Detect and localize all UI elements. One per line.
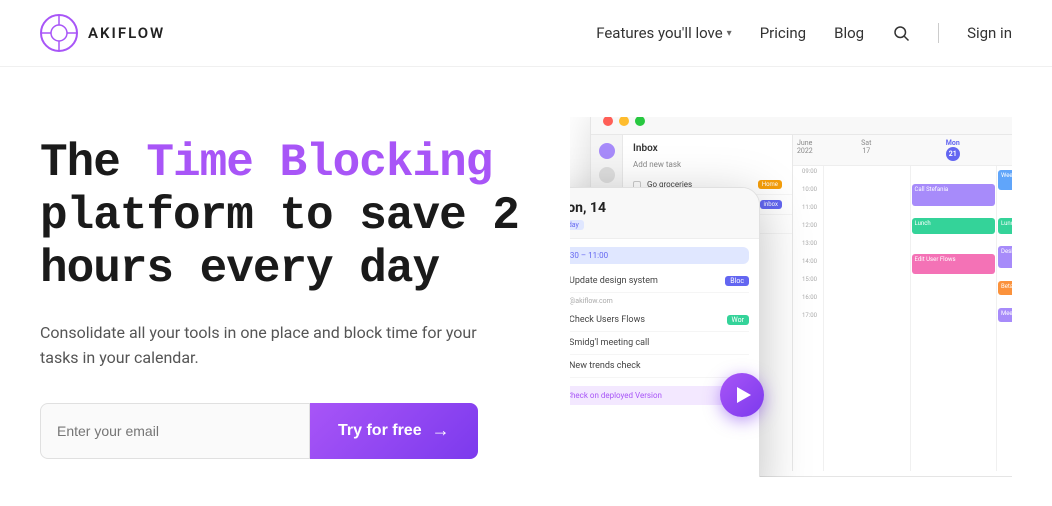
event-edit-user-flows: Edit User Flows bbox=[912, 254, 996, 274]
mobile-task-assignee: @akiflow.com bbox=[570, 297, 749, 305]
mobile-header: Mon, 14 Today bbox=[570, 188, 759, 239]
arrow-icon: → bbox=[432, 420, 450, 441]
sidebar-icon-1 bbox=[599, 143, 615, 159]
mobile-task-3: Smidg'l meeting call bbox=[570, 332, 749, 355]
event-beta: Beta bbox=[998, 281, 1012, 295]
email-input[interactable] bbox=[40, 403, 310, 459]
logo-icon bbox=[40, 14, 78, 52]
calendar-grid: 09:00 10:00 11:00 12:00 13:00 14:00 15:0… bbox=[793, 166, 1012, 471]
play-icon bbox=[737, 387, 751, 403]
task-tag-2: inbox bbox=[760, 200, 782, 209]
event-lunch-1: Lunch bbox=[912, 218, 996, 234]
event-lunch-2: Lunch bbox=[998, 218, 1012, 234]
calendar-month-label: June 2022 bbox=[793, 135, 823, 165]
sidebar-icon-2 bbox=[599, 167, 615, 183]
task-tag-1: Home bbox=[758, 180, 782, 189]
event-meetup: Meetup bbox=[998, 308, 1012, 322]
mobile-task-1: Update design system Bloc bbox=[570, 270, 749, 293]
mobile-task-4: New trends check bbox=[570, 355, 749, 378]
mobile-task-tag-2: Wor bbox=[727, 315, 749, 325]
day-col-sat bbox=[823, 166, 910, 471]
hero-title-part3: hours every day bbox=[40, 243, 439, 295]
mobile-task-label-1: Update design system bbox=[570, 276, 658, 286]
cal-header-tue: Tue1 bbox=[996, 135, 1012, 165]
window-maximize-dot bbox=[635, 117, 645, 126]
search-icon[interactable] bbox=[892, 24, 910, 42]
mobile-task-label-3: Smidg'l meeting call bbox=[570, 338, 649, 348]
mobile-task-label-2: Check Users Flows bbox=[570, 315, 645, 325]
event-design-meeting-1: Design meeting bbox=[998, 246, 1012, 268]
try-btn-label: Try for free bbox=[338, 422, 422, 440]
nav-divider bbox=[938, 23, 939, 43]
time-column: 09:00 10:00 11:00 12:00 13:00 14:00 15:0… bbox=[793, 166, 823, 471]
mobile-day-badge-today: Today bbox=[570, 220, 584, 230]
app-calendar: June 2022 Sat17 Mon21 Tue1 Wed2 09:00 10… bbox=[793, 135, 1012, 471]
hero-subtitle: Consolidate all your tools in one place … bbox=[40, 320, 510, 371]
hero-title: The Time Blocking platform to save 2 hou… bbox=[40, 137, 530, 296]
cta-area: Try for free → bbox=[40, 403, 530, 459]
hero-content: The Time Blocking platform to save 2 hou… bbox=[40, 117, 530, 459]
calendar-header: June 2022 Sat17 Mon21 Tue1 Wed2 bbox=[793, 135, 1012, 166]
logo-text: AKIFLOW bbox=[88, 24, 165, 42]
mobile-time-block-placeholder: 10:30 – 11:00 bbox=[570, 247, 749, 264]
main-nav: Features you'll love ▾ Pricing Blog Sign… bbox=[596, 23, 1012, 43]
event-call-stefania: Call Stefania bbox=[912, 184, 996, 206]
mobile-task-2: Check Users Flows Wor bbox=[570, 309, 749, 332]
inbox-add-task: Add new task bbox=[623, 158, 792, 175]
nav-blog[interactable]: Blog bbox=[834, 24, 864, 42]
mobile-date: Mon, 14 bbox=[570, 200, 745, 216]
day-col-mon: Call Stefania Lunch Edit User Flows bbox=[910, 166, 997, 471]
day-col-tue: Weekly review Lunch Design meeting Beta … bbox=[996, 166, 1012, 471]
window-close-dot bbox=[603, 117, 613, 126]
event-weekly-review: Weekly review bbox=[998, 170, 1012, 190]
cal-header-mon: Mon21 bbox=[910, 135, 997, 165]
logo[interactable]: AKIFLOW bbox=[40, 14, 165, 52]
window-minimize-dot bbox=[619, 117, 629, 126]
mobile-task-label-4: New trends check bbox=[570, 361, 641, 371]
nav-signin[interactable]: Sign in bbox=[967, 24, 1012, 42]
app-window-header bbox=[591, 117, 1012, 135]
hero-section: The Time Blocking platform to save 2 hou… bbox=[0, 67, 1052, 477]
play-button[interactable] bbox=[720, 373, 764, 417]
chevron-down-icon: ▾ bbox=[727, 28, 732, 39]
try-for-free-button[interactable]: Try for free → bbox=[310, 403, 478, 459]
nav-features[interactable]: Features you'll love ▾ bbox=[596, 24, 731, 42]
cal-header-sat: Sat17 bbox=[823, 135, 910, 165]
hero-title-part2: platform to save 2 bbox=[40, 190, 519, 242]
inbox-title: Inbox bbox=[623, 135, 792, 158]
nav-pricing[interactable]: Pricing bbox=[760, 24, 806, 42]
mobile-task-tag-1: Bloc bbox=[725, 276, 749, 286]
hero-illustration: Inbox Add new task Go groceries Home Dem… bbox=[570, 117, 1012, 477]
hero-title-part1: The bbox=[40, 137, 146, 189]
hero-title-highlight: Time Blocking bbox=[146, 137, 492, 189]
app-screenshot-mobile: Mon, 14 Today 10:30 – 11:00 Update desig… bbox=[570, 187, 760, 477]
